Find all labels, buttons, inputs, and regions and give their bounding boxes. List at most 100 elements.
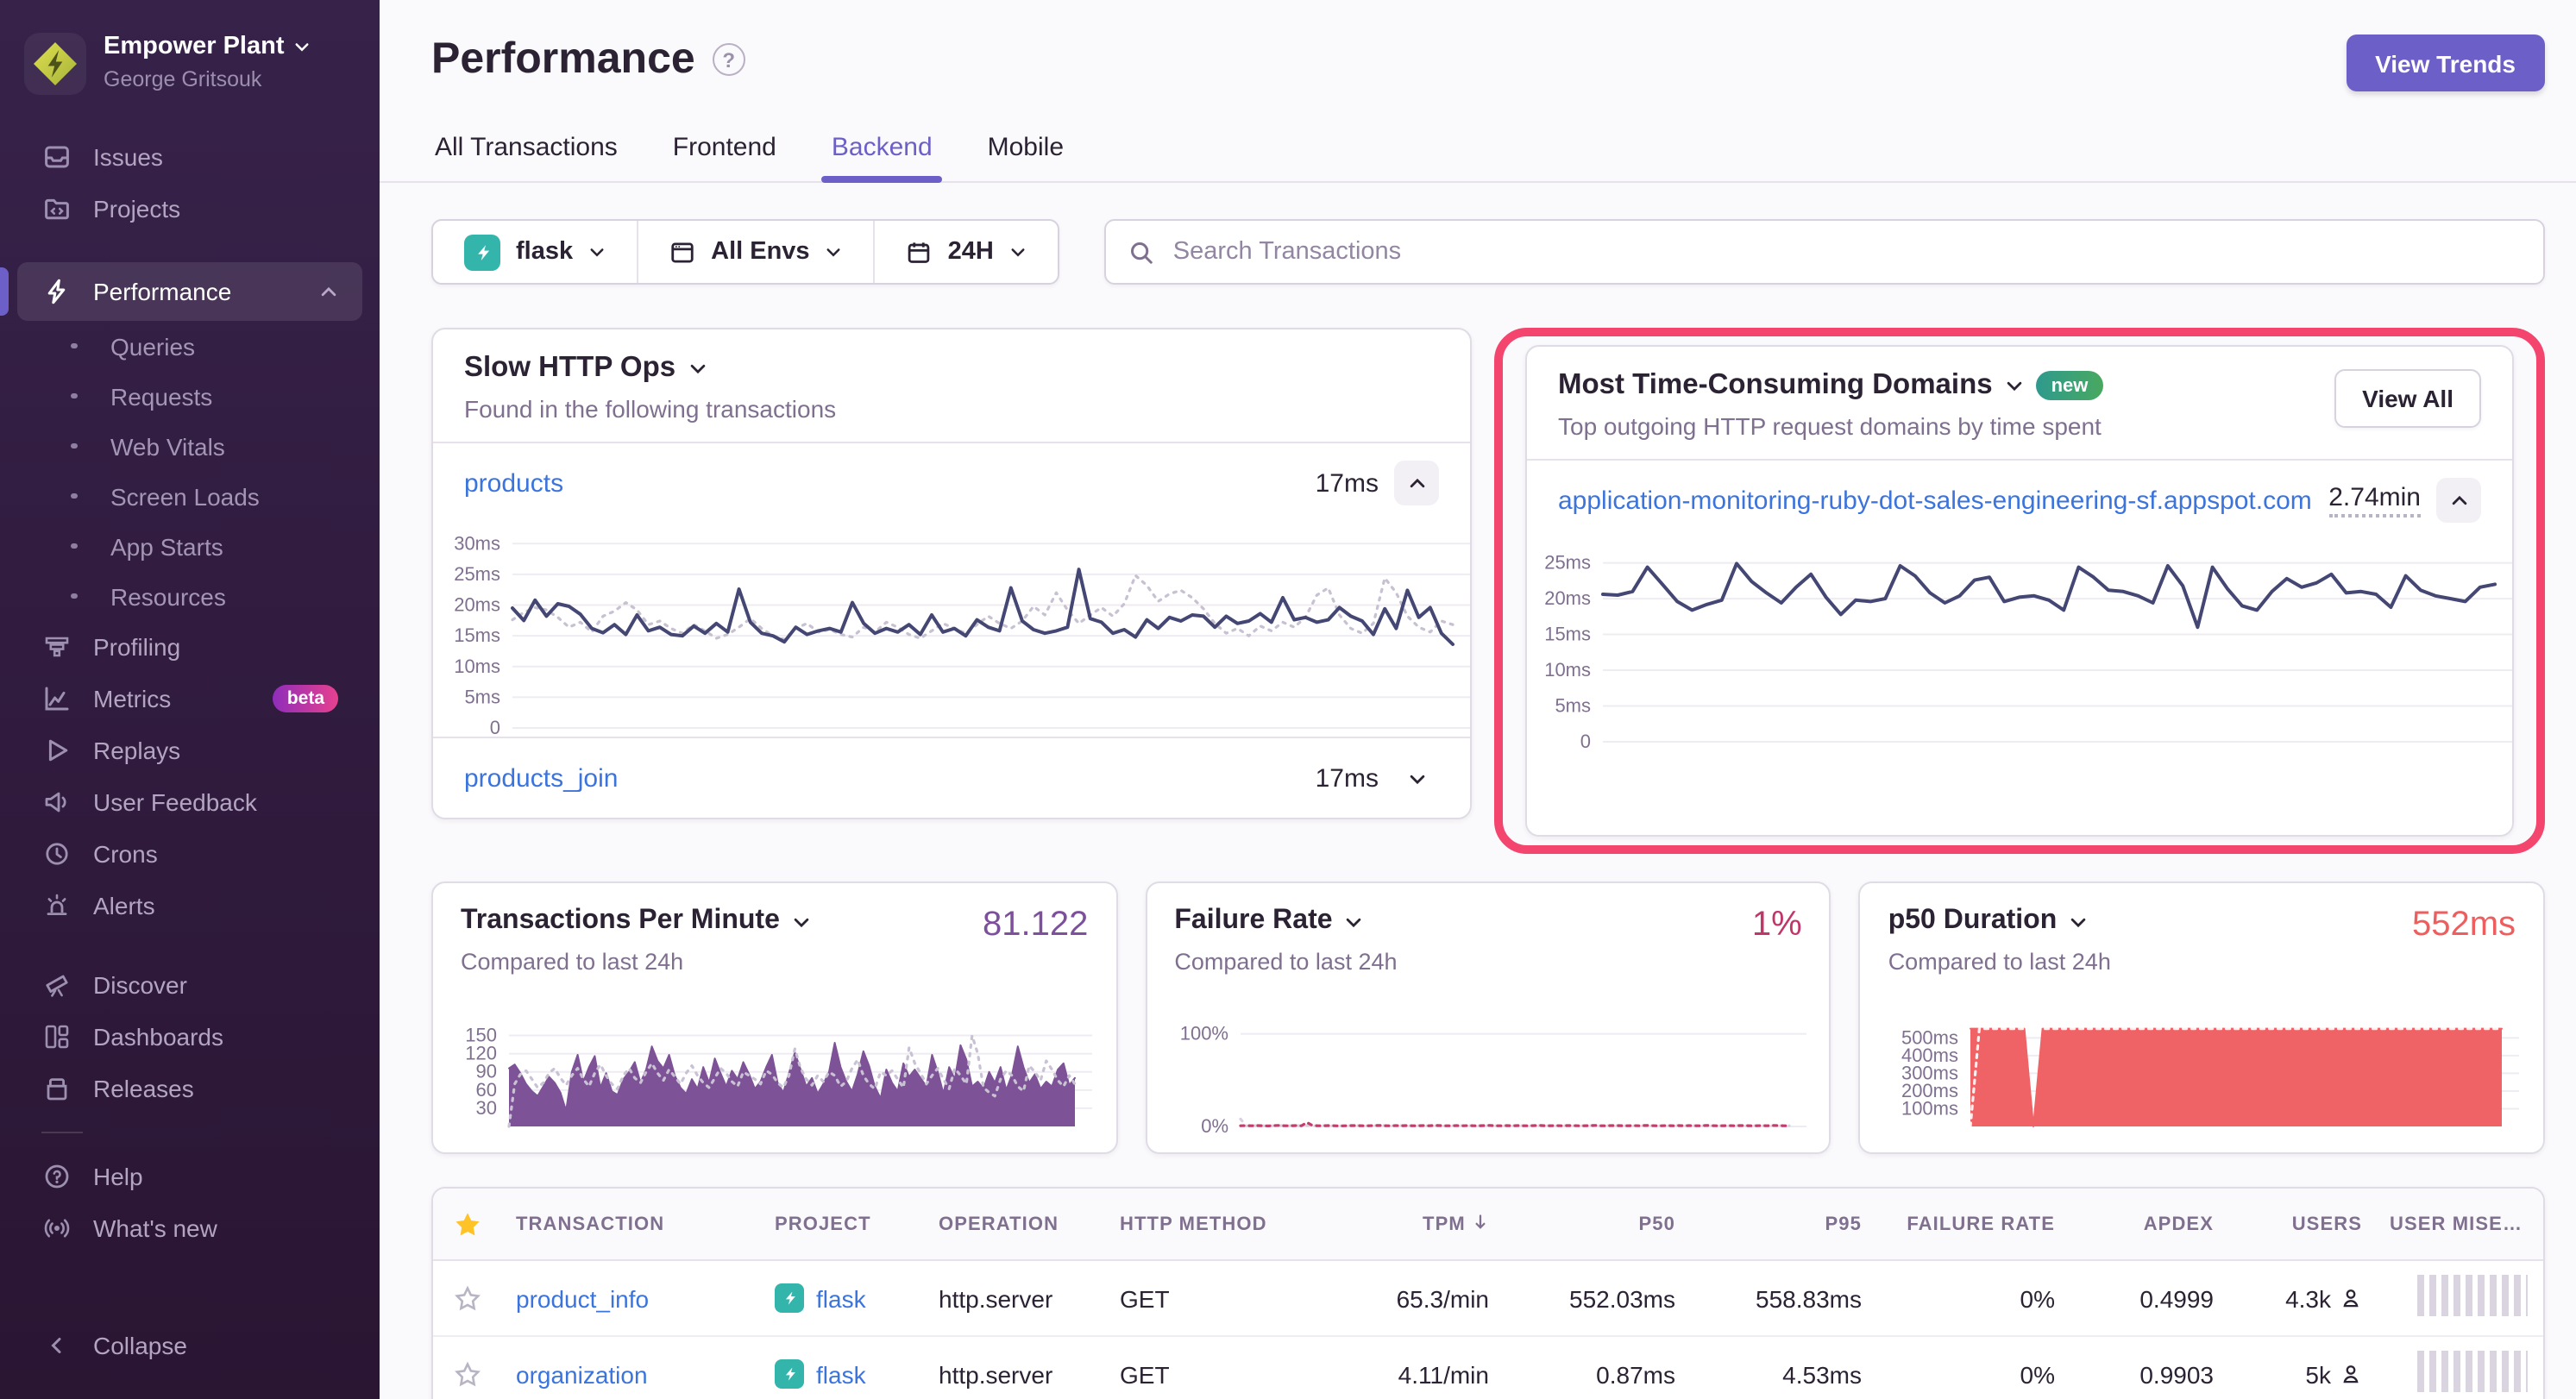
project-cell[interactable]: flask: [761, 1359, 925, 1389]
tab-frontend[interactable]: Frontend: [669, 129, 780, 181]
domain-time-spent: 2.74min: [2328, 483, 2421, 518]
transaction-link-products[interactable]: products: [464, 468, 563, 498]
sidebar-item-requests[interactable]: Requests: [17, 371, 362, 421]
view-trends-button[interactable]: View Trends: [2346, 35, 2545, 91]
sidebar-item-app-starts[interactable]: App Starts: [17, 521, 362, 571]
tpm-cell: 65.3/min: [1299, 1284, 1503, 1312]
col-p50[interactable]: P50: [1503, 1214, 1689, 1234]
sidebar-item-discover[interactable]: Discover: [17, 959, 362, 1011]
col-users[interactable]: USERS: [2227, 1214, 2376, 1234]
clock-icon: [41, 840, 72, 868]
sidebar-item-whats-new[interactable]: What's new: [17, 1202, 362, 1254]
widget-subtitle: Found in the following transactions: [464, 395, 1439, 423]
sidebar-item-crons[interactable]: Crons: [17, 828, 362, 880]
svg-text:15ms: 15ms: [1544, 624, 1591, 645]
sidebar-item-projects[interactable]: Projects: [17, 183, 362, 235]
profiling-icon: [41, 633, 72, 661]
sidebar-item-label: Help: [93, 1163, 143, 1190]
col-apdex[interactable]: APDEX: [2069, 1214, 2227, 1234]
collapse-row-button[interactable]: [1394, 461, 1439, 505]
domain-link[interactable]: application-monitoring-ruby-dot-sales-en…: [1558, 486, 2312, 515]
page-title: Performance: [431, 35, 695, 85]
failure-rate-value: 1%: [1752, 906, 1802, 945]
chevron-up-icon: [2449, 491, 2468, 510]
star-outline-icon[interactable]: [454, 1284, 481, 1312]
org-logo: [24, 33, 86, 95]
svg-text:20ms: 20ms: [1544, 587, 1591, 609]
p95-cell: 558.83ms: [1689, 1284, 1875, 1312]
performance-lightning-icon: [41, 278, 72, 305]
tpm-value: 81.122: [983, 906, 1088, 945]
domains-chart: 05ms10ms15ms20ms25ms: [1527, 540, 2512, 750]
environment-filter[interactable]: All Envs: [637, 221, 873, 283]
domain-row: application-monitoring-ruby-dot-sales-en…: [1527, 461, 2512, 540]
widget-title-failure-rate[interactable]: Failure Rate: [1174, 906, 1801, 937]
chevron-down-icon: [1009, 243, 1027, 260]
flask-project-icon: [775, 1359, 804, 1389]
sidebar-item-profiling[interactable]: Profiling: [17, 621, 362, 673]
chevron-down-icon: [588, 243, 606, 260]
slow-http-ops-chart: 05ms10ms15ms20ms25ms30ms: [433, 523, 1470, 737]
org-switcher[interactable]: Empower Plant George Gritsouk: [0, 24, 380, 121]
p50-value: 552ms: [2412, 906, 2516, 945]
col-http-method[interactable]: HTTP METHOD: [1106, 1214, 1299, 1234]
tab-mobile[interactable]: Mobile: [984, 129, 1067, 181]
p50-chart: 100ms200ms300ms400ms500ms: [1885, 1018, 2519, 1135]
transaction-link[interactable]: product_info: [516, 1284, 649, 1312]
sidebar-item-alerts[interactable]: Alerts: [17, 880, 362, 932]
sidebar-item-releases[interactable]: Releases: [17, 1063, 362, 1114]
col-failure-rate[interactable]: FAILURE RATE: [1875, 1214, 2069, 1234]
widget-title-slow-http-ops[interactable]: Slow HTTP Ops: [464, 352, 1439, 385]
sidebar-item-help[interactable]: Help: [17, 1151, 362, 1202]
search-input[interactable]: [1170, 236, 2521, 267]
transaction-link[interactable]: organization: [516, 1360, 648, 1388]
svg-text:5ms: 5ms: [1555, 695, 1591, 717]
view-all-button[interactable]: View All: [2334, 369, 2481, 428]
project-filter[interactable]: flask: [433, 221, 637, 283]
sidebar-collapse-button[interactable]: Collapse: [17, 1320, 362, 1371]
widget-title-domains[interactable]: Most Time-Consuming Domains new: [1558, 369, 2103, 402]
col-project[interactable]: PROJECT: [761, 1214, 925, 1234]
issues-icon: [41, 143, 72, 171]
sidebar: Empower Plant George Gritsouk Issues Pro…: [0, 0, 380, 1399]
sidebar-item-replays[interactable]: Replays: [17, 725, 362, 776]
col-tpm[interactable]: TPM: [1299, 1213, 1503, 1235]
new-badge: new: [2036, 371, 2104, 400]
sidebar-item-dashboards[interactable]: Dashboards: [17, 1011, 362, 1063]
sidebar-item-screen-loads[interactable]: Screen Loads: [17, 471, 362, 521]
sidebar-item-metrics[interactable]: Metrics beta: [17, 673, 362, 725]
sidebar-item-queries[interactable]: Queries: [17, 321, 362, 371]
transaction-link-products-join[interactable]: products_join: [464, 763, 618, 793]
sidebar-nav: Issues Projects Performance Queries Requ…: [0, 121, 380, 1382]
user-icon: [2340, 1287, 2362, 1309]
col-p95[interactable]: P95: [1689, 1214, 1875, 1234]
time-range-filter[interactable]: 24H: [874, 221, 1058, 283]
col-operation[interactable]: OPERATION: [925, 1214, 1106, 1234]
chevron-down-icon: [1345, 912, 1364, 931]
col-user-misery[interactable]: USER MISERY: [2376, 1214, 2541, 1234]
chevron-down-icon: [688, 359, 707, 378]
col-transaction[interactable]: TRANSACTION: [502, 1214, 761, 1234]
project-cell[interactable]: flask: [761, 1283, 925, 1313]
collapse-row-button[interactable]: [2436, 478, 2481, 523]
op-row-products-join: products_join 17ms: [433, 738, 1470, 818]
tab-all-transactions[interactable]: All Transactions: [431, 129, 621, 181]
star-filled-icon[interactable]: [454, 1210, 481, 1238]
filter-bar: flask All Envs 24H: [431, 219, 2545, 285]
environment-filter-label: All Envs: [711, 238, 809, 266]
svg-text:100%: 100%: [1179, 1023, 1228, 1045]
projects-icon: [41, 195, 72, 223]
help-tooltip-icon[interactable]: ?: [713, 43, 745, 76]
tab-backend[interactable]: Backend: [828, 129, 936, 181]
expand-row-button[interactable]: [1394, 756, 1439, 800]
sidebar-item-web-vitals[interactable]: Web Vitals: [17, 421, 362, 471]
sidebar-item-label: App Starts: [110, 532, 223, 560]
sidebar-item-performance[interactable]: Performance: [17, 262, 362, 321]
sidebar-item-resources[interactable]: Resources: [17, 571, 362, 621]
sidebar-item-user-feedback[interactable]: User Feedback: [17, 776, 362, 828]
svg-text:5ms: 5ms: [464, 686, 500, 707]
star-outline-icon[interactable]: [454, 1360, 481, 1388]
sidebar-item-issues[interactable]: Issues: [17, 131, 362, 183]
users-cell: 4.3k: [2227, 1284, 2376, 1312]
op-row-products: products 17ms: [433, 443, 1470, 523]
